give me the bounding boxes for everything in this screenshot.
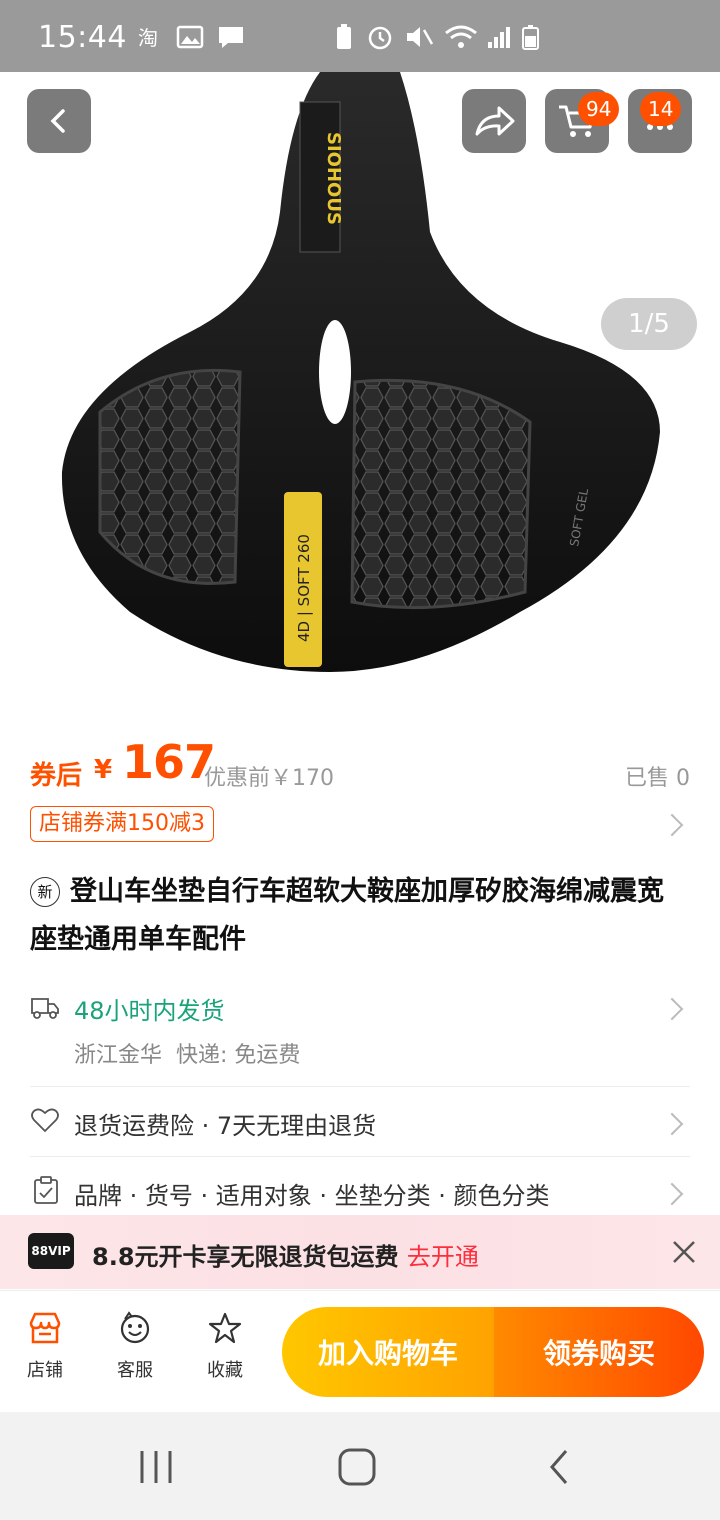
88vip-logo: 88VIP xyxy=(28,1233,74,1269)
returns-chevron-icon xyxy=(660,1112,684,1136)
chevron-left-icon xyxy=(50,109,65,133)
price-prefix: 券后 xyxy=(30,761,83,791)
favorite-tab-label: 收藏 xyxy=(207,1360,243,1381)
home-icon[interactable] xyxy=(337,1447,377,1487)
close-icon[interactable] xyxy=(671,1239,697,1265)
new-badge: 新 xyxy=(30,877,60,907)
bottom-action-bar: 店铺 客服 收藏 加入购物车 领券购买 xyxy=(0,1290,720,1413)
product-title-text: 登山车坐垫自行车超软大鞍座加厚矽胶海绵减震宽座垫通用单车配件 xyxy=(30,876,664,955)
recent-apps-icon[interactable] xyxy=(136,1447,176,1487)
specs-chevron-icon xyxy=(660,1182,684,1206)
status-bar: 15:44 淘 xyxy=(0,0,720,72)
signal-icon xyxy=(488,27,510,48)
wifi-icon xyxy=(445,25,477,48)
buy-button-label: 领券购买 xyxy=(542,1337,655,1370)
shipping-detail: 浙江金华 快递: 免运费 xyxy=(74,1043,301,1068)
saddle-brand-text: SIOHOUS xyxy=(323,132,344,225)
specs-row[interactable]: 品牌 · 货号 · 适用对象 · 坐垫分类 · 颜色分类 xyxy=(30,1170,690,1216)
vip-banner-text: 8.8元开卡享无限退货包运费 去开通 xyxy=(92,1237,479,1272)
service-tab-label: 客服 xyxy=(117,1360,153,1381)
vip-banner[interactable]: 88VIP 8.8元开卡享无限退货包运费 去开通 xyxy=(0,1215,720,1289)
shop-tab-label: 店铺 xyxy=(27,1360,63,1381)
price-row: 券后 ¥ 167 优惠前￥170 已售 0 xyxy=(30,735,690,795)
share-button[interactable] xyxy=(462,89,526,153)
product-image-gallery[interactable]: 4D | SOFT 260 SIOHOUS SOFT GEL 94 14 1/5 xyxy=(0,72,720,712)
share-icon xyxy=(475,106,515,136)
clipboard-icon xyxy=(34,1176,58,1204)
add-to-cart-button[interactable]: 加入购物车 xyxy=(282,1307,494,1397)
divider xyxy=(30,1086,690,1087)
star-icon xyxy=(208,1312,242,1344)
currency-symbol: ¥ xyxy=(94,755,113,785)
customer-service-tab[interactable]: 客服 xyxy=(100,1311,170,1382)
product-title: 新登山车坐垫自行车超软大鞍座加厚矽胶海绵减震宽座垫通用单车配件 xyxy=(30,868,690,964)
status-time: 15:44 xyxy=(38,20,127,55)
message-notification-icon xyxy=(219,27,243,48)
svg-text:淘: 淘 xyxy=(138,26,158,50)
message-count-badge: 14 xyxy=(640,92,682,126)
system-navigation-bar xyxy=(0,1412,720,1520)
shipping-headline: 48小时内发货 xyxy=(74,997,225,1025)
returns-row[interactable]: 退货运费险 · 7天无理由退货 xyxy=(30,1100,690,1146)
saddle-strip-text: 4D | SOFT 260 xyxy=(295,534,313,642)
gallery-notification-icon xyxy=(176,25,204,49)
heart-shield-icon xyxy=(31,1108,59,1133)
coupon-chevron-icon[interactable] xyxy=(660,813,684,837)
shop-coupon-tag[interactable]: 店铺券满150减3 xyxy=(30,806,214,842)
specs-text: 品牌 · 货号 · 适用对象 · 坐垫分类 · 颜色分类 xyxy=(74,1182,550,1210)
buy-with-coupon-button[interactable]: 领券购买 xyxy=(494,1307,704,1397)
back-nav-icon[interactable] xyxy=(540,1447,580,1487)
shop-tab[interactable]: 店铺 xyxy=(10,1311,80,1382)
sold-count: 已售 0 xyxy=(625,766,690,791)
truck-icon xyxy=(31,998,59,1019)
vip-open-link[interactable]: 去开通 xyxy=(407,1243,479,1271)
taobao-notification-icon: 淘 xyxy=(138,26,158,50)
divider xyxy=(30,1156,690,1157)
back-button[interactable] xyxy=(27,89,91,153)
vip-offer-text: 8.8元开卡享无限退货包运费 xyxy=(92,1243,399,1271)
shop-icon xyxy=(29,1312,61,1344)
shipping-chevron-icon xyxy=(660,997,684,1021)
favorite-tab[interactable]: 收藏 xyxy=(190,1311,260,1382)
original-price: 优惠前￥170 xyxy=(204,766,334,791)
cart-count-badge: 94 xyxy=(578,92,620,126)
add-to-cart-label: 加入购物车 xyxy=(317,1337,458,1370)
shipping-row[interactable]: 48小时内发货 浙江金华 快递: 免运费 xyxy=(30,985,690,1075)
returns-text: 退货运费险 · 7天无理由退货 xyxy=(74,1112,377,1140)
alarm-icon xyxy=(368,26,392,50)
battery-icon xyxy=(522,25,539,50)
service-icon xyxy=(120,1311,150,1344)
product-photo: 4D | SOFT 260 SIOHOUS SOFT GEL xyxy=(61,72,660,672)
price-amount: 167 xyxy=(122,735,216,789)
mute-icon xyxy=(407,27,434,47)
image-page-indicator: 1/5 xyxy=(601,298,697,350)
battery-saver-icon xyxy=(337,24,351,49)
